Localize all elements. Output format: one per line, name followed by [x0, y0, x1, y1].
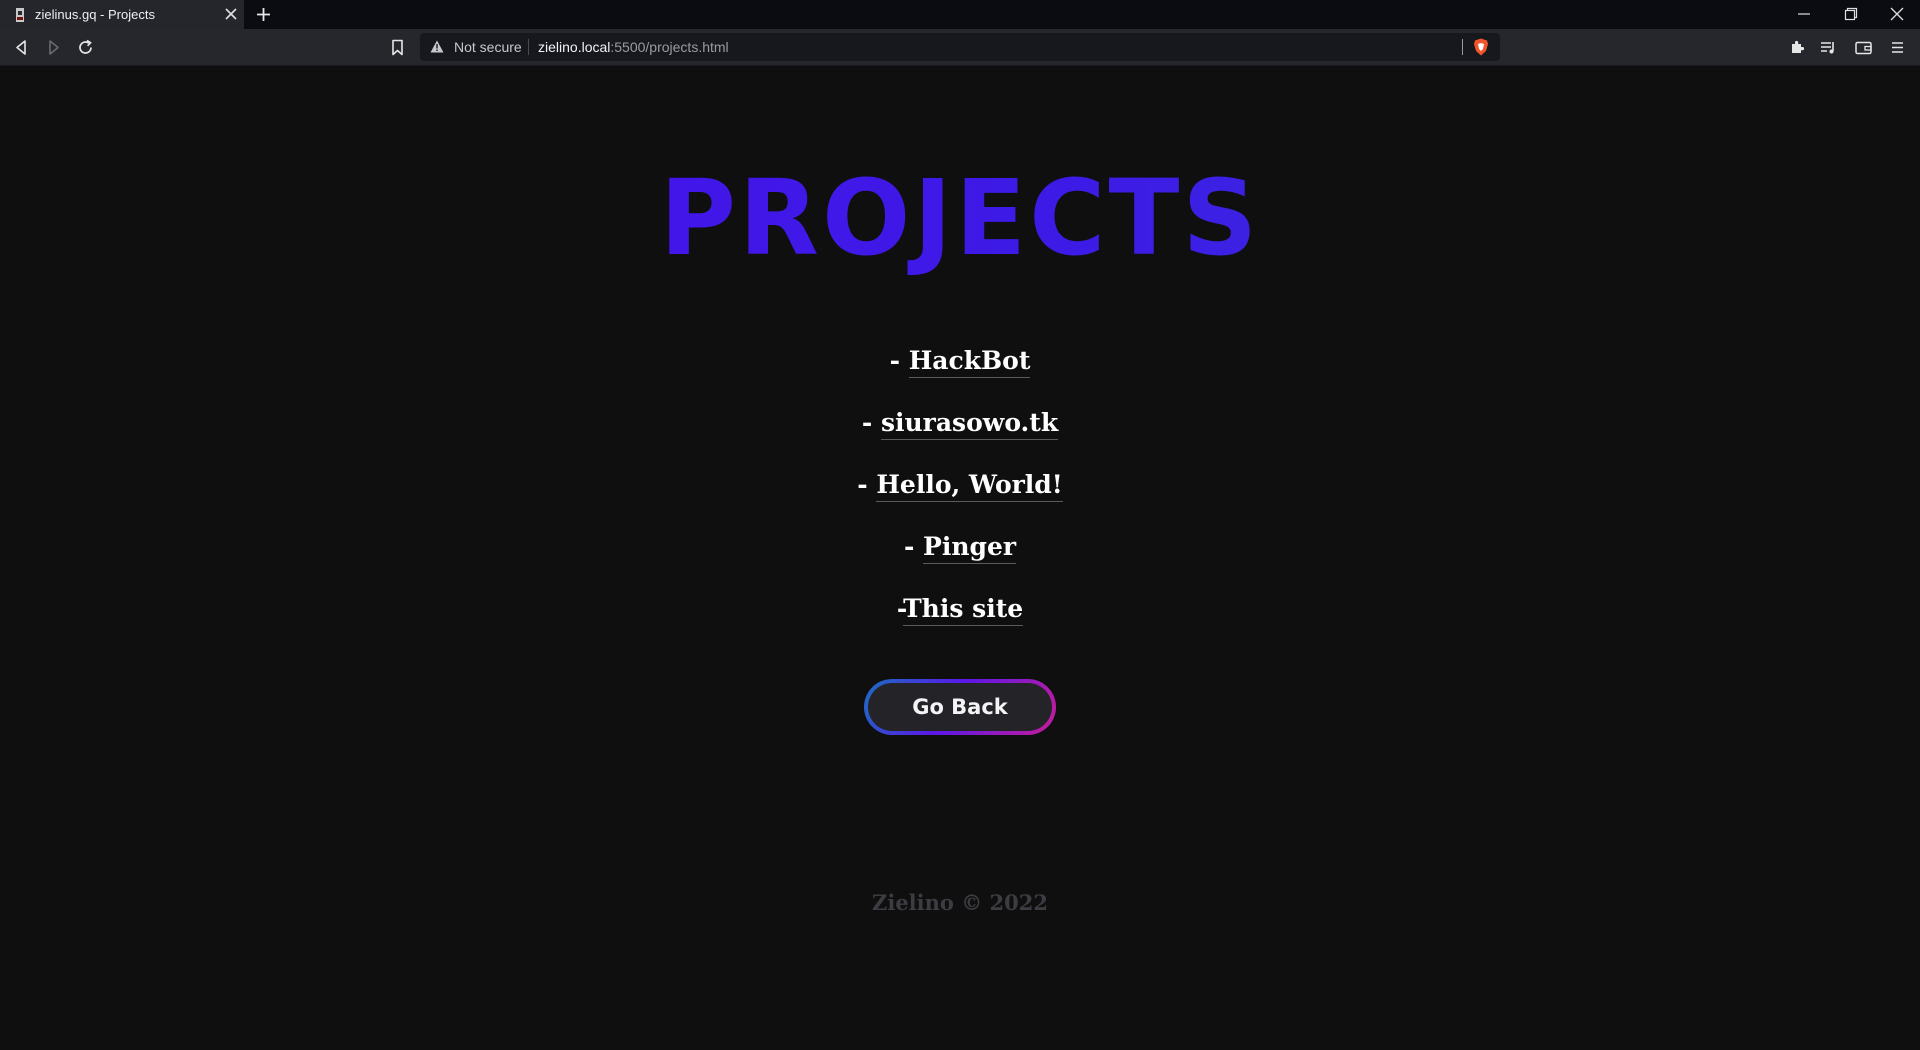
project-link[interactable]: This site	[903, 594, 1024, 626]
url-text[interactable]: zielino.local:5500/projects.html	[538, 39, 729, 55]
url-host: zielino.local	[538, 39, 611, 55]
project-item-this-site: -This site	[0, 594, 1920, 626]
reload-icon[interactable]	[77, 39, 94, 56]
project-item-hackbot: - HackBot	[0, 346, 1920, 378]
list-dash: -	[857, 470, 877, 499]
security-label[interactable]: Not secure	[454, 39, 522, 55]
url-divider	[528, 39, 529, 55]
go-back-button[interactable]: Go Back	[864, 679, 1056, 735]
project-item-hello-world: - Hello, World!	[0, 470, 1920, 502]
puzzle-icon[interactable]	[1789, 39, 1806, 56]
text-cursor	[1462, 39, 1463, 55]
go-back-label: Go Back	[868, 683, 1052, 731]
list-dash: -	[903, 532, 924, 561]
bookmark-icon[interactable]	[389, 39, 406, 56]
project-link[interactable]: Hello, World!	[876, 470, 1063, 502]
list-dash: -	[889, 346, 909, 375]
active-tab[interactable]: zielinus.gq - Projects	[0, 0, 244, 29]
close-icon[interactable]	[225, 8, 237, 20]
footer-copyright: Zielino © 2022	[872, 890, 1048, 915]
wallet-icon[interactable]	[1855, 39, 1872, 56]
project-item-pinger: - Pinger	[0, 532, 1920, 564]
browser-toolbar: Not secure zielino.local:5500/projects.h…	[0, 29, 1920, 66]
address-bar[interactable]: Not secure zielino.local:5500/projects.h…	[420, 33, 1500, 61]
project-link[interactable]: siurasowo.tk	[880, 408, 1059, 440]
forward-arrow-icon[interactable]	[45, 39, 62, 56]
url-path: :5500/projects.html	[610, 39, 729, 55]
project-item-siurasowo: - siurasowo.tk	[0, 408, 1920, 440]
back-arrow-icon[interactable]	[13, 39, 30, 56]
tab-strip: zielinus.gq - Projects	[0, 0, 1920, 29]
hamburger-menu-icon[interactable]	[1889, 39, 1906, 56]
brave-shield-icon[interactable]	[1473, 38, 1489, 56]
site-favicon-icon	[16, 8, 24, 22]
close-window-icon[interactable]	[1890, 7, 1904, 21]
project-link[interactable]: HackBot	[908, 346, 1031, 378]
page-title: PROJECTS	[0, 157, 1920, 279]
playlist-icon[interactable]	[1820, 39, 1837, 56]
page-content: PROJECTS - HackBot - siurasowo.tk - Hell…	[0, 67, 1920, 1050]
tab-title: zielinus.gq - Projects	[35, 7, 155, 22]
minimize-icon[interactable]	[1797, 7, 1811, 21]
new-tab-icon[interactable]	[257, 8, 270, 21]
restore-icon[interactable]	[1844, 7, 1858, 21]
project-link[interactable]: Pinger	[923, 532, 1017, 564]
warning-icon[interactable]	[430, 40, 444, 53]
list-dash: -	[861, 408, 881, 437]
